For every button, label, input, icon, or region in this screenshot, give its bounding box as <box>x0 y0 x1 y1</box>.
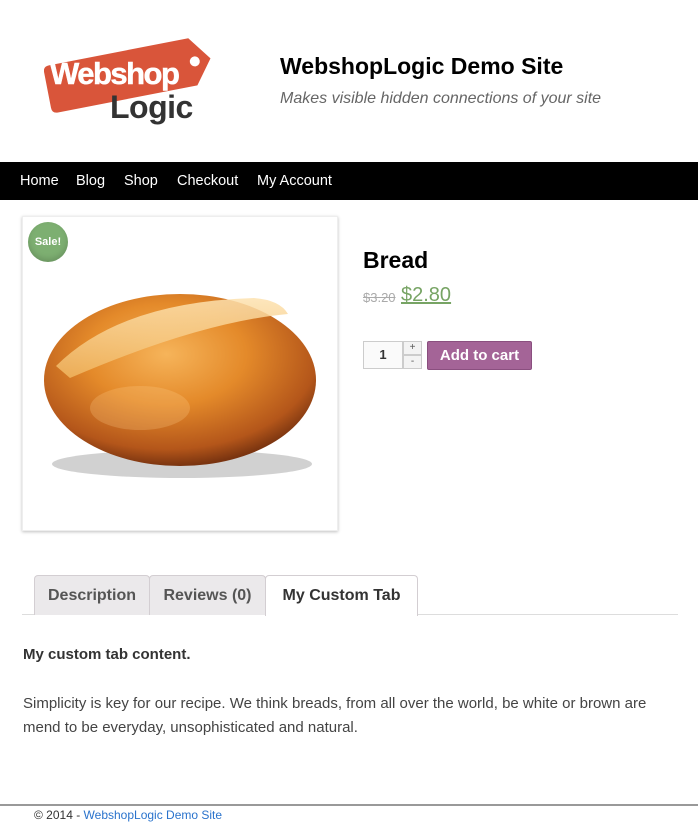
tab-description[interactable]: Description <box>34 575 150 615</box>
nav-item-my-account[interactable]: My Account <box>257 162 332 200</box>
nav-item-home[interactable]: Home <box>20 162 59 200</box>
product-sale-price: $2.80 <box>401 284 452 306</box>
sale-badge: Sale! <box>28 222 68 262</box>
quantity-decrease-button[interactable]: - <box>403 355 422 369</box>
tab-content-text: Simplicity is key for our recipe. We thi… <box>23 695 647 736</box>
footer-site-link[interactable]: WebshopLogic Demo Site <box>84 808 223 822</box>
nav-item-checkout[interactable]: Checkout <box>177 162 238 200</box>
nav-item-shop[interactable]: Shop <box>124 162 158 200</box>
logo-text-webshop: Webshop <box>50 56 179 91</box>
tab-my-custom-tab[interactable]: My Custom Tab <box>265 575 418 616</box>
main-navigation: Home Blog Shop Checkout My Account <box>0 162 698 200</box>
add-to-cart-button[interactable]: Add to cart <box>427 341 532 370</box>
site-header: Webshop Logic WebshopLogic Demo Site Mak… <box>0 0 698 162</box>
product-old-price: $3.20 <box>363 290 396 305</box>
footer-copyright: © 2014 - <box>34 808 84 822</box>
quantity-increase-button[interactable]: + <box>403 341 422 355</box>
site-logo[interactable]: Webshop Logic <box>44 18 216 130</box>
tab-reviews[interactable]: Reviews (0) <box>149 575 266 615</box>
product-title: Bread <box>363 247 429 273</box>
quantity-input[interactable]: 1 <box>363 341 403 369</box>
footer-divider <box>0 804 698 806</box>
site-title[interactable]: WebshopLogic Demo Site <box>280 53 563 80</box>
site-tagline: Makes visible hidden connections of your… <box>280 90 602 107</box>
nav-item-blog[interactable]: Blog <box>76 162 105 200</box>
site-footer: © 2014 - WebshopLogic Demo Site <box>34 808 222 822</box>
product-image-bread[interactable] <box>30 258 330 498</box>
logo-text-logic: Logic <box>110 89 193 125</box>
tab-content-heading: My custom tab content. <box>23 646 191 663</box>
